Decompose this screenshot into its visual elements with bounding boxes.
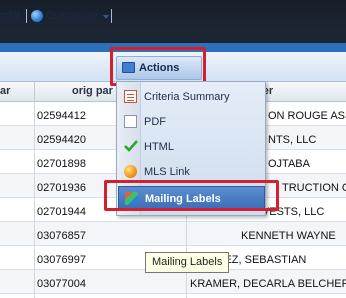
owner-cell: TRUCTION CO, xyxy=(282,182,346,194)
column-divider xyxy=(34,82,35,102)
owner-cell: KRAMER, DECARLA BELCHER xyxy=(190,278,346,290)
orig-parcel-cell: 02594412 xyxy=(37,110,86,122)
customize-button[interactable]: Customize xyxy=(46,9,98,23)
menu-item-label: HTML xyxy=(144,141,174,153)
chevron-down-icon[interactable] xyxy=(103,15,109,19)
owner-cell: OJTABA xyxy=(268,158,310,170)
autofill-button[interactable]: tofill xyxy=(0,9,20,23)
menu-item-criteria-summary[interactable]: Criteria Summary xyxy=(118,85,265,109)
menu-item-label: Criteria Summary xyxy=(144,91,230,103)
toolbar-separator xyxy=(111,9,112,23)
owner-cell: NTS, LLC xyxy=(268,134,317,146)
html-icon xyxy=(124,140,138,152)
orig-parcel-cell: 03076997 xyxy=(37,254,86,266)
menu-item-label: MLS Link xyxy=(144,166,190,178)
owner-cell: ON ROUGE ASSO xyxy=(268,110,346,122)
column-header-orig-parcel[interactable]: orig par xyxy=(72,85,113,97)
orig-parcel-cell: 02701936 xyxy=(37,182,86,194)
orig-parcel-cell: 02701944 xyxy=(37,206,86,218)
menu-item-pdf[interactable]: PDF xyxy=(118,110,265,134)
orig-parcel-cell: 03076857 xyxy=(37,230,86,242)
mailing-labels-highlight-box xyxy=(104,180,279,211)
column-header-left[interactable]: ar xyxy=(0,85,10,97)
owner-cell: KENNETH WAYNE xyxy=(241,230,336,242)
menu-item-html[interactable]: HTML xyxy=(118,135,265,159)
orig-parcel-cell: 02701898 xyxy=(37,158,86,170)
customize-icon xyxy=(31,10,43,22)
pdf-icon xyxy=(124,115,137,128)
mls-link-icon xyxy=(124,165,137,178)
tooltip: Mailing Labels xyxy=(145,252,230,273)
criteria-summary-icon xyxy=(124,90,137,103)
grid-column-line xyxy=(34,102,35,298)
toolbar-separator xyxy=(26,9,27,23)
orig-parcel-cell: 02594420 xyxy=(37,134,86,146)
menu-item-label: PDF xyxy=(144,116,166,128)
orig-parcel-cell: 03077004 xyxy=(37,278,86,290)
